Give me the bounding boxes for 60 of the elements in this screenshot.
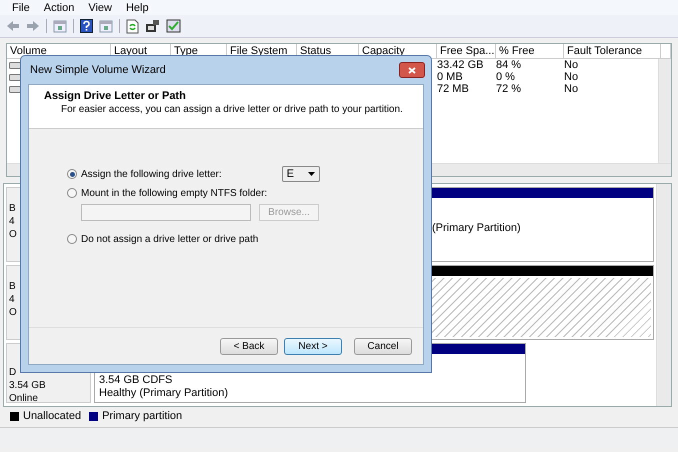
panel-icon[interactable] [53, 20, 67, 32]
drive-icon [9, 73, 21, 81]
table-cell-text: 84 % [496, 59, 522, 71]
folder-path-field[interactable] [81, 204, 251, 221]
panel-icon[interactable] [99, 20, 113, 32]
forward-arrow-icon[interactable] [26, 20, 40, 32]
option-label[interactable]: Assign the following drive letter: [81, 168, 222, 180]
wizard-button[interactable]: < Back [220, 338, 278, 354]
option-label[interactable]: Do not assign a drive letter or drive path [81, 234, 258, 244]
table-cell-text: 33.42 GB [437, 59, 484, 71]
partition-text: (Primary Partition) [432, 222, 522, 235]
dialog-title: New Simple Volume Wizard [30, 64, 166, 76]
table-cell-text: 0 MB [437, 71, 464, 83]
legend-label: Primary partition [102, 410, 182, 422]
disk-info-text: 4 [9, 215, 15, 228]
radio-button[interactable] [67, 234, 77, 244]
table-cell-text: 72 % [496, 83, 522, 95]
disk-info-text: B [9, 280, 16, 293]
table-cell-text: 0 % [496, 71, 516, 83]
disk-info-text: B [9, 202, 16, 215]
wizard-button[interactable]: Cancel [354, 338, 412, 354]
table-cell-text: No [564, 83, 580, 95]
checklist-icon[interactable] [166, 19, 181, 33]
radio-button[interactable] [67, 169, 77, 179]
menu-item[interactable]: Action [44, 2, 74, 14]
menu-item[interactable]: View [88, 2, 112, 14]
wizard-subtitle: For easier access, you can assign a drive letter or drive path to your partition. [60, 104, 404, 115]
menu-item[interactable]: File [12, 2, 30, 14]
option-label[interactable]: Mount in the following empty NTFS folder: [81, 188, 268, 198]
disk-info-text: O [9, 228, 17, 241]
back-arrow-icon[interactable] [6, 20, 20, 32]
disk-info-text: D [9, 366, 16, 379]
drive-icon [9, 61, 21, 69]
disk-info-text: 3.54 GB [9, 379, 46, 392]
wizard-button[interactable]: Next > [284, 338, 342, 354]
wizard-heading: Assign Drive Letter or Path [44, 90, 187, 102]
scrollbar[interactable] [656, 184, 671, 406]
refresh-icon[interactable] [126, 18, 139, 34]
disk-info-text: 4 [9, 293, 15, 306]
legend-label: Unallocated [23, 410, 82, 422]
column-header[interactable]: Fault Tolerance [564, 44, 661, 58]
radio-button[interactable] [67, 188, 77, 198]
disk-info-text: Online [9, 392, 38, 405]
close-icon [408, 66, 416, 74]
column-header[interactable]: % Free [496, 44, 564, 58]
column-header[interactable]: Free Spa... [437, 44, 496, 58]
dropdown-arrow-icon [308, 172, 315, 176]
close-button[interactable] [399, 62, 425, 78]
partition-text: Healthy (Primary Partition) [99, 387, 229, 400]
table-cell-text: No [564, 59, 580, 71]
partition-text: 3.54 GB CDFS [99, 374, 174, 387]
table-cell-text: No [564, 71, 580, 83]
menu-item[interactable]: Help [126, 2, 149, 14]
disk-info-text: O [9, 306, 17, 319]
drive-icon [9, 85, 21, 93]
table-cell-text: 72 MB [437, 83, 470, 95]
properties-icon[interactable] [145, 19, 160, 33]
help-icon[interactable] [80, 19, 93, 33]
scrollbar[interactable] [658, 59, 671, 163]
drive-letter-dropdown[interactable]: E [282, 166, 320, 182]
